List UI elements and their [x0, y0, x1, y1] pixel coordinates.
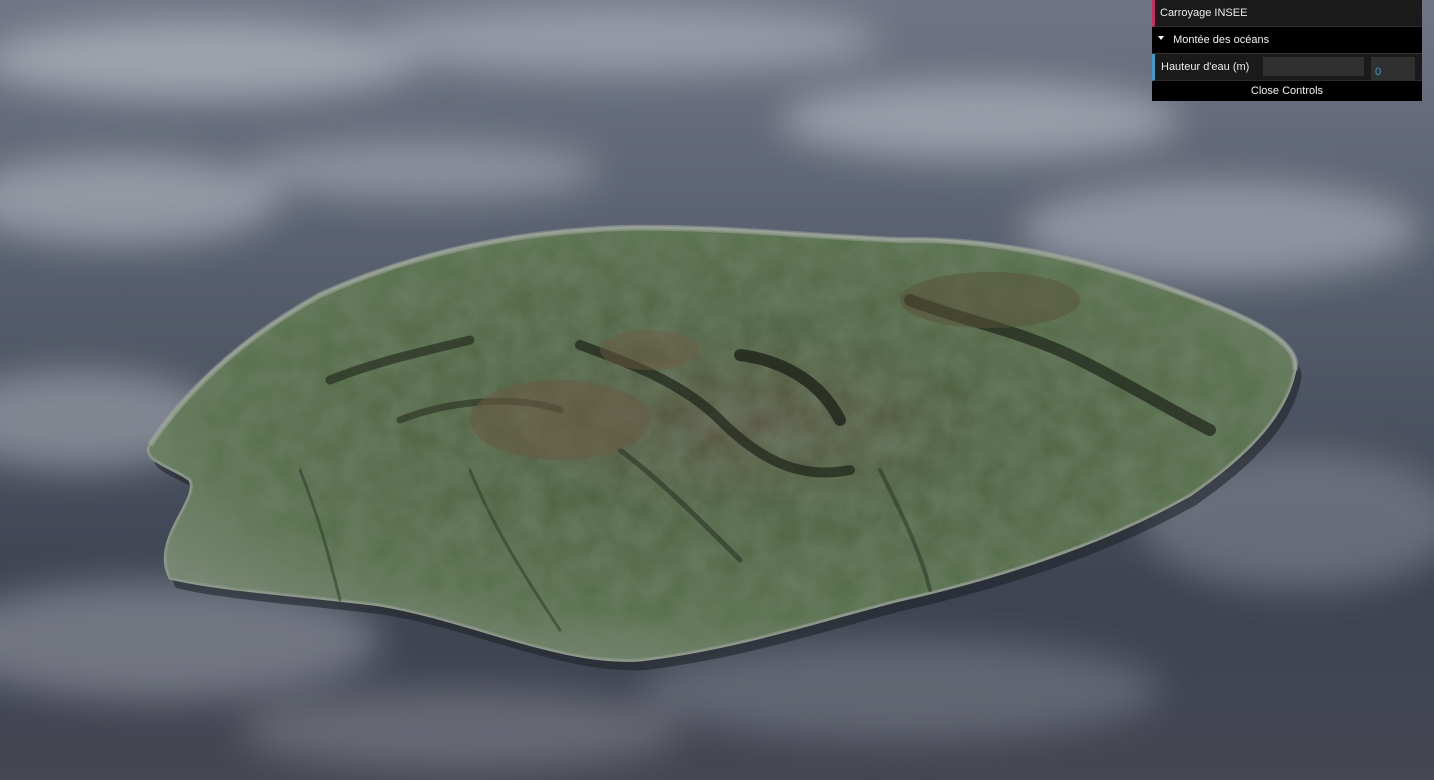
map-3d-view[interactable]: [0, 0, 1434, 780]
folder-montee-des-oceans-title[interactable]: Montée des océans: [1152, 27, 1422, 54]
folder-montee-des-oceans-label: Montée des océans: [1173, 34, 1270, 46]
scene-canvas[interactable]: [0, 0, 1434, 780]
hauteur-deau-input[interactable]: [1371, 57, 1415, 80]
hauteur-deau-label: Hauteur d'eau (m): [1161, 61, 1250, 73]
folder-carroyage-insee[interactable]: Carroyage INSEE: [1152, 0, 1422, 27]
controls-panel: Carroyage INSEE Montée des océans Hauteu…: [1152, 0, 1422, 101]
controller-hauteur-deau: Hauteur d'eau (m): [1152, 54, 1422, 81]
close-controls-button[interactable]: Close Controls: [1152, 81, 1422, 101]
folder-carroyage-insee-label: Carroyage INSEE: [1160, 7, 1248, 19]
caret-down-icon: [1158, 36, 1164, 41]
hauteur-deau-slider[interactable]: [1263, 57, 1364, 76]
